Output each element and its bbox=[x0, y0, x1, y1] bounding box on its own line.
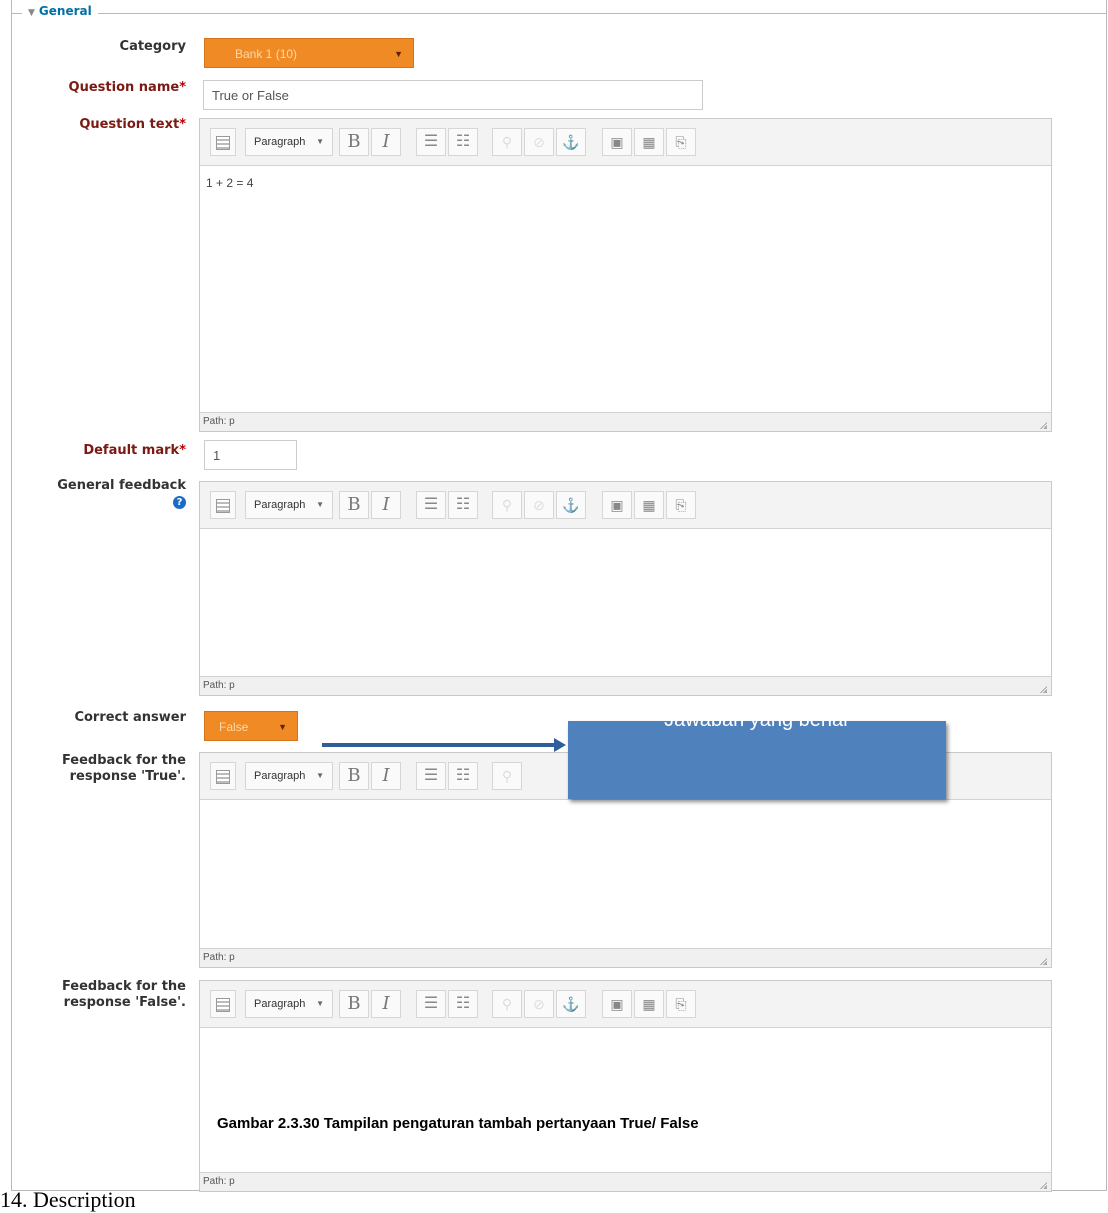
anchor-icon[interactable]: ⚓ bbox=[556, 990, 586, 1018]
paragraph-format-select[interactable]: Paragraph ▼ bbox=[245, 762, 333, 790]
numbered-list-icon[interactable]: ☷ bbox=[448, 990, 478, 1018]
image-icon[interactable]: ▣ bbox=[602, 990, 632, 1018]
unlink-icon[interactable]: ⊘ bbox=[524, 491, 554, 519]
feedback-true-label: Feedback for the response 'True'. bbox=[61, 753, 186, 784]
paste-icon[interactable]: ⎘ bbox=[666, 990, 696, 1018]
paragraph-format-select[interactable]: Paragraph ▼ bbox=[245, 491, 333, 519]
editor-toolbar: Paragraph ▼ B I ☰ ☷ ⚲ ⊘ ⚓ ▣ ▦ ⎘ bbox=[200, 482, 1051, 529]
toolbar-toggle-icon[interactable] bbox=[210, 990, 236, 1018]
feedback-false-label: Feedback for the response 'False'. bbox=[61, 979, 186, 1010]
resize-grip-icon[interactable] bbox=[1039, 957, 1047, 965]
bullet-list-icon[interactable]: ☰ bbox=[416, 128, 446, 156]
editor-content[interactable]: 1 + 2 = 4 bbox=[200, 166, 1051, 412]
annotation-arrow bbox=[322, 738, 566, 752]
category-select[interactable]: Bank 1 (10) ▼ bbox=[204, 38, 414, 68]
link-icon[interactable]: ⚲ bbox=[492, 990, 522, 1018]
bullet-list-icon[interactable]: ☰ bbox=[416, 990, 446, 1018]
question-name-input[interactable]: True or False bbox=[203, 80, 703, 110]
toolbar-toggle-icon[interactable] bbox=[210, 128, 236, 156]
image-icon[interactable]: ▣ bbox=[602, 491, 632, 519]
annotation-callout: Jawaban yang benar bbox=[568, 721, 946, 799]
default-mark-label: Default mark* bbox=[83, 443, 186, 458]
numbered-list-icon[interactable]: ☷ bbox=[448, 762, 478, 790]
general-legend[interactable]: ▼ General bbox=[22, 4, 98, 18]
resize-grip-icon[interactable] bbox=[1039, 421, 1047, 429]
unlink-icon[interactable]: ⊘ bbox=[524, 990, 554, 1018]
link-icon[interactable]: ⚲ bbox=[492, 762, 522, 790]
resize-grip-icon[interactable] bbox=[1039, 1181, 1047, 1189]
correct-answer-label: Correct answer bbox=[74, 710, 186, 725]
media-icon[interactable]: ▦ bbox=[634, 128, 664, 156]
editor-path: Path: p bbox=[200, 412, 1051, 431]
media-icon[interactable]: ▦ bbox=[634, 990, 664, 1018]
bullet-list-icon[interactable]: ☰ bbox=[416, 762, 446, 790]
general-feedback-editor[interactable]: Paragraph ▼ B I ☰ ☷ ⚲ ⊘ ⚓ ▣ ▦ ⎘ Path: p bbox=[199, 481, 1052, 696]
correct-answer-select[interactable]: False ▼ bbox=[204, 711, 298, 741]
anchor-icon[interactable]: ⚓ bbox=[556, 128, 586, 156]
unlink-icon[interactable]: ⊘ bbox=[524, 128, 554, 156]
paragraph-format-select[interactable]: Paragraph ▼ bbox=[245, 990, 333, 1018]
italic-button[interactable]: I bbox=[371, 491, 401, 519]
collapse-triangle-icon[interactable]: ▼ bbox=[28, 8, 35, 18]
media-icon[interactable]: ▦ bbox=[634, 491, 664, 519]
help-icon[interactable]: ? bbox=[173, 496, 186, 509]
toolbar-toggle-icon[interactable] bbox=[210, 762, 236, 790]
image-icon[interactable]: ▣ bbox=[602, 128, 632, 156]
question-text-label: Question text* bbox=[79, 117, 186, 132]
general-feedback-label: General feedback ? bbox=[57, 478, 186, 509]
chevron-down-icon: ▼ bbox=[278, 722, 287, 732]
bold-button[interactable]: B bbox=[339, 990, 369, 1018]
bold-button[interactable]: B bbox=[339, 128, 369, 156]
numbered-list-icon[interactable]: ☷ bbox=[448, 128, 478, 156]
bold-button[interactable]: B bbox=[339, 491, 369, 519]
feedback-false-editor[interactable]: Paragraph ▼ B I ☰ ☷ ⚲ ⊘ ⚓ ▣ ▦ ⎘ Path: p bbox=[199, 980, 1052, 1192]
toolbar-toggle-icon[interactable] bbox=[210, 491, 236, 519]
link-icon[interactable]: ⚲ bbox=[492, 491, 522, 519]
question-name-label: Question name* bbox=[68, 80, 186, 95]
category-label: Category bbox=[119, 39, 186, 54]
italic-button[interactable]: I bbox=[371, 990, 401, 1018]
editor-content[interactable] bbox=[200, 800, 1051, 948]
editor-toolbar: Paragraph ▼ B I ☰ ☷ ⚲ ⊘ ⚓ ▣ ▦ ⎘ bbox=[200, 981, 1051, 1028]
italic-button[interactable]: I bbox=[371, 128, 401, 156]
paste-icon[interactable]: ⎘ bbox=[666, 491, 696, 519]
editor-toolbar: Paragraph ▼ B I ☰ ☷ ⚲ ⊘ ⚓ ▣ ▦ ⎘ bbox=[200, 119, 1051, 166]
link-icon[interactable]: ⚲ bbox=[492, 128, 522, 156]
editor-path: Path: p bbox=[200, 676, 1051, 695]
question-text-editor[interactable]: Paragraph ▼ B I ☰ ☷ ⚲ ⊘ ⚓ ▣ ▦ ⎘ 1 + 2 = 4… bbox=[199, 118, 1052, 432]
bullet-list-icon[interactable]: ☰ bbox=[416, 491, 446, 519]
paste-icon[interactable]: ⎘ bbox=[666, 128, 696, 156]
editor-content[interactable] bbox=[200, 529, 1051, 676]
editor-path: Path: p bbox=[200, 1172, 1051, 1191]
numbered-list-icon[interactable]: ☷ bbox=[448, 491, 478, 519]
editor-path: Path: p bbox=[200, 948, 1051, 967]
figure-caption: Gambar 2.3.30 Tampilan pengaturan tambah… bbox=[217, 1115, 699, 1132]
default-mark-input[interactable]: 1 bbox=[204, 440, 297, 470]
editor-content[interactable] bbox=[200, 1028, 1051, 1172]
anchor-icon[interactable]: ⚓ bbox=[556, 491, 586, 519]
chevron-down-icon: ▼ bbox=[394, 49, 403, 59]
paragraph-format-select[interactable]: Paragraph ▼ bbox=[245, 128, 333, 156]
document-heading: 14. Description bbox=[0, 1187, 136, 1212]
bold-button[interactable]: B bbox=[339, 762, 369, 790]
italic-button[interactable]: I bbox=[371, 762, 401, 790]
resize-grip-icon[interactable] bbox=[1039, 685, 1047, 693]
